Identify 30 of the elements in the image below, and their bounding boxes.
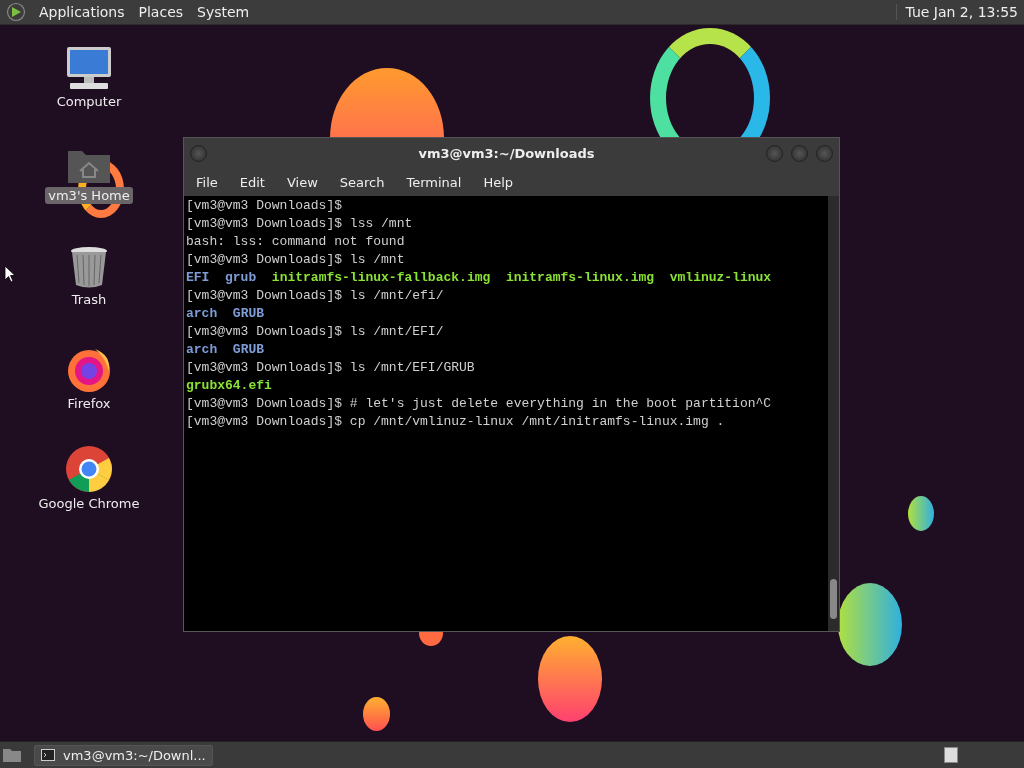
desktop-icon-label[interactable]: Google Chrome bbox=[35, 495, 143, 512]
window-title: vm3@vm3:~/Downloads bbox=[417, 145, 596, 161]
desktop-icon-label[interactable]: Trash bbox=[68, 291, 110, 308]
trash-icon[interactable] bbox=[69, 245, 109, 289]
menu-item[interactable]: View bbox=[278, 174, 326, 190]
computer-icon[interactable] bbox=[64, 45, 114, 91]
menu-item[interactable]: Terminal bbox=[398, 174, 470, 190]
chrome-icon[interactable] bbox=[65, 445, 113, 493]
terminal-icon bbox=[41, 749, 55, 761]
taskbar-button[interactable]: vm3@vm3:~/Downl... bbox=[34, 744, 213, 766]
terminal-output: [vm3@vm3 Downloads]$ [vm3@vm3 Downloads]$ lss /mnt bash: lss: command not found [vm3@vm3 Downloads]$ ls /mnt EFI grub initramfs-linux-fallback.img initramfs-linux.img vmlinuz-linux [vm3@vm3 Downloads]$ ls /mnt/efi/ arch GRUB [vm3@vm3 Downloads]$ ls /mnt/EFI/ arch GRUB [vm3@vm3 Downloads]$ ls /mnt/EFI/GRUB grubx64.efi [vm3@vm3 Downloads]$ # let's just delete everything in the boot partition^C [vm3@vm3 Downloads]$ cp /mnt/vmlinuz-linux /mnt/initramfs-linux.img . bbox=[185, 197, 773, 431]
app-menu-logo-icon[interactable] bbox=[6, 2, 26, 22]
mouse-pointer-icon bbox=[4, 265, 16, 283]
menu-item[interactable]: Help bbox=[475, 174, 522, 190]
menu-item[interactable]: Edit bbox=[231, 174, 273, 190]
clock[interactable]: Tue Jan 2, 13:55 bbox=[896, 4, 1018, 20]
desktop-icon-label[interactable]: vm3's Home bbox=[45, 187, 133, 204]
panel-menu[interactable]: Places bbox=[131, 4, 191, 20]
show-desktop-icon[interactable] bbox=[2, 747, 22, 763]
workspace-switcher[interactable] bbox=[944, 747, 958, 763]
panel-menu[interactable]: Applications bbox=[32, 4, 132, 20]
panel-menu[interactable]: System bbox=[190, 4, 257, 20]
menu-item[interactable]: File bbox=[188, 174, 226, 190]
scrollbar[interactable] bbox=[828, 196, 839, 631]
desktop-icon-label[interactable]: Firefox bbox=[64, 395, 114, 412]
desktop-icon-label[interactable]: Computer bbox=[53, 93, 125, 110]
wallpaper-blob bbox=[363, 697, 390, 731]
wallpaper-blob bbox=[908, 496, 934, 531]
menu-item[interactable]: Search bbox=[331, 174, 393, 190]
scrollbar-thumb[interactable] bbox=[830, 579, 837, 619]
